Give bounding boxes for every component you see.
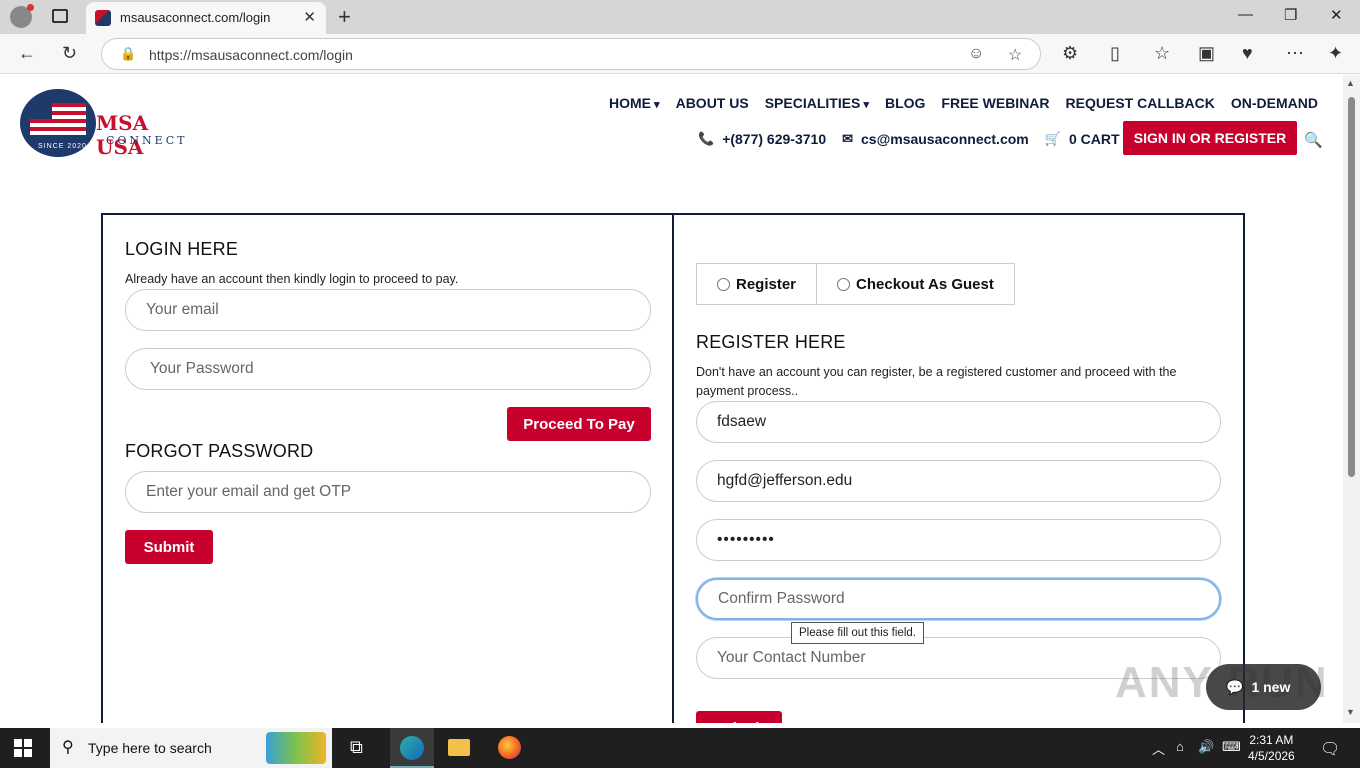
- chat-bubble-icon: 💬: [1226, 678, 1244, 695]
- guest-radio[interactable]: [837, 277, 851, 291]
- validation-tooltip: Please fill out this field.: [791, 622, 924, 644]
- menu-item-home[interactable]: HOME: [609, 95, 660, 111]
- minimize-icon[interactable]: —: [1238, 6, 1253, 23]
- windows-taskbar: ⚲ Type here to search ⧉ ︿ ⌂ 🔊 ⌨ 2:31 AM …: [0, 728, 1360, 768]
- menu-item-on-demand[interactable]: ON-DEMAND: [1231, 95, 1318, 111]
- menu-item-free-webinar[interactable]: FREE WEBINAR: [941, 95, 1049, 111]
- menu-item-specialities[interactable]: SPECIALITIES: [765, 95, 869, 111]
- scroll-up-arrow-icon[interactable]: ▲: [1346, 78, 1355, 88]
- clock-date: 4/5/2026: [1248, 749, 1295, 763]
- logo-since-text: SINCE 2020: [38, 143, 87, 150]
- register-title: REGISTER HERE: [696, 332, 846, 352]
- browser-tab-bar: msausaconnect.com/login ✕ + — ❐ ✕: [0, 0, 1360, 34]
- back-arrow-icon[interactable]: ←: [18, 43, 36, 64]
- confirm-password-input[interactable]: [696, 578, 1221, 620]
- new-tab-icon[interactable]: +: [338, 4, 351, 30]
- copilot-icon[interactable]: ✦: [1328, 43, 1343, 64]
- guest-radio-label: Checkout As Guest: [856, 275, 994, 293]
- taskbar-clock[interactable]: 2:31 AM 4/5/2026: [1248, 732, 1295, 764]
- login-password-input[interactable]: [125, 348, 651, 390]
- restore-icon[interactable]: ❐: [1284, 6, 1297, 24]
- collections-icon[interactable]: ▣: [1198, 43, 1215, 64]
- search-highlight-image: [266, 732, 326, 764]
- envelope-icon: ✉: [842, 131, 854, 146]
- volume-icon[interactable]: 🔊: [1198, 739, 1214, 755]
- email-link[interactable]: cs@msausaconnect.com: [861, 131, 1029, 147]
- proceed-to-pay-button[interactable]: Proceed To Pay: [507, 407, 651, 441]
- guest-radio-option[interactable]: Checkout As Guest: [817, 263, 1015, 305]
- menu-item-about[interactable]: ABOUT US: [676, 95, 749, 111]
- login-panel: LOGIN HERE Already have an account then …: [101, 213, 673, 723]
- lock-icon[interactable]: 🔒: [120, 46, 136, 62]
- forgot-email-input[interactable]: [125, 471, 651, 513]
- site-logo[interactable]: SINCE 2020 MSA USA CONNECT: [20, 83, 200, 159]
- taskbar-search-placeholder: Type here to search: [88, 740, 212, 756]
- register-radio[interactable]: [717, 277, 730, 291]
- register-panel: Register Checkout As Guest REGISTER HERE…: [672, 213, 1245, 723]
- scroll-down-arrow-icon[interactable]: ▼: [1346, 707, 1355, 717]
- phone-icon: 📞: [698, 131, 715, 146]
- favorites-icon[interactable]: ☆: [1154, 43, 1170, 64]
- chat-notification-button[interactable]: 💬 1 new: [1206, 664, 1321, 710]
- register-email-input[interactable]: [696, 460, 1221, 502]
- register-password-input[interactable]: [696, 519, 1221, 561]
- register-radio-option[interactable]: Register: [696, 263, 818, 305]
- logo-subtext: CONNECT: [106, 134, 188, 147]
- register-radio-label: Register: [736, 275, 797, 293]
- taskbar-search-box[interactable]: ⚲ Type here to search: [50, 728, 332, 768]
- extensions-icon[interactable]: ⚙: [1062, 43, 1078, 64]
- clock-time: 2:31 AM: [1249, 733, 1294, 747]
- address-bar[interactable]: 🔒 https://msausaconnect.com/login ☺ ☆: [101, 38, 1041, 70]
- keyboard-icon[interactable]: ⌨: [1222, 739, 1241, 755]
- cart-icon: 🛒: [1044, 131, 1061, 146]
- account-type-options: Register Checkout As Guest: [696, 263, 1015, 305]
- menu-item-request-callback[interactable]: REQUEST CALLBACK: [1066, 95, 1215, 111]
- more-menu-icon[interactable]: ⋯: [1286, 43, 1304, 64]
- firefox-icon[interactable]: [498, 736, 521, 759]
- browser-toolbar: ← ↻ 🔒 https://msausaconnect.com/login ☺ …: [0, 34, 1360, 74]
- show-hidden-icons-chevron-icon[interactable]: ︿: [1152, 739, 1165, 758]
- page-scrollbar[interactable]: ▲ ▼: [1343, 75, 1360, 723]
- login-description: Already have an account then kindly logi…: [125, 272, 459, 286]
- flag-emblem-icon: SINCE 2020: [20, 89, 96, 157]
- refresh-icon[interactable]: ↻: [62, 43, 77, 64]
- tab-actions-icon[interactable]: [52, 9, 68, 23]
- task-view-icon[interactable]: ⧉: [350, 737, 363, 758]
- file-explorer-icon[interactable]: [448, 739, 470, 756]
- scroll-thumb[interactable]: [1348, 97, 1355, 477]
- contact-bar: 📞 +(877) 629-3710 ✉ cs@msausaconnect.com 🛒…: [698, 131, 1136, 147]
- login-email-input[interactable]: [125, 289, 651, 331]
- address-url: https://msausaconnect.com/login: [149, 47, 353, 63]
- register-description: Don't have an account you can register, …: [696, 365, 1177, 398]
- profile-icon[interactable]: [10, 4, 34, 28]
- performance-icon[interactable]: ♥: [1242, 43, 1253, 64]
- sign-in-register-button[interactable]: SIGN IN OR REGISTER: [1123, 121, 1297, 155]
- favorite-star-icon[interactable]: ☆: [1008, 45, 1022, 65]
- window-close-icon[interactable]: ✕: [1330, 6, 1343, 24]
- network-icon[interactable]: ⌂: [1176, 739, 1184, 754]
- menu-item-blog[interactable]: BLOG: [885, 95, 925, 111]
- notification-icon[interactable]: 🗨: [1320, 739, 1340, 759]
- phone-link[interactable]: +(877) 629-3710: [722, 131, 826, 147]
- chat-new-count: 1 new: [1251, 679, 1291, 695]
- windows-start-icon[interactable]: [14, 739, 32, 757]
- forgot-submit-button[interactable]: Submit: [125, 530, 213, 564]
- search-icon[interactable]: 🔍: [1304, 131, 1323, 149]
- register-submit-button[interactable]: Submit: [696, 711, 782, 723]
- cart-link[interactable]: 0 CART: [1069, 131, 1120, 147]
- tab-close-icon[interactable]: ✕: [303, 8, 316, 26]
- search-icon: ⚲: [62, 739, 74, 756]
- edge-browser-icon[interactable]: [400, 736, 424, 760]
- forgot-password-title: FORGOT PASSWORD: [125, 441, 314, 461]
- login-title: LOGIN HERE: [125, 239, 239, 259]
- register-name-input[interactable]: [696, 401, 1221, 443]
- split-screen-icon[interactable]: ▯: [1110, 43, 1120, 64]
- site-favicon-icon: [95, 10, 111, 26]
- browser-tab-active[interactable]: msausaconnect.com/login ✕: [86, 2, 326, 34]
- web-page: SINCE 2020 MSA USA CONNECT HOME ABOUT US…: [0, 75, 1343, 723]
- tab-title: msausaconnect.com/login: [120, 10, 271, 25]
- read-aloud-icon[interactable]: ☺: [968, 45, 984, 63]
- main-menu: HOME ABOUT US SPECIALITIES BLOG FREE WEB…: [609, 95, 1318, 111]
